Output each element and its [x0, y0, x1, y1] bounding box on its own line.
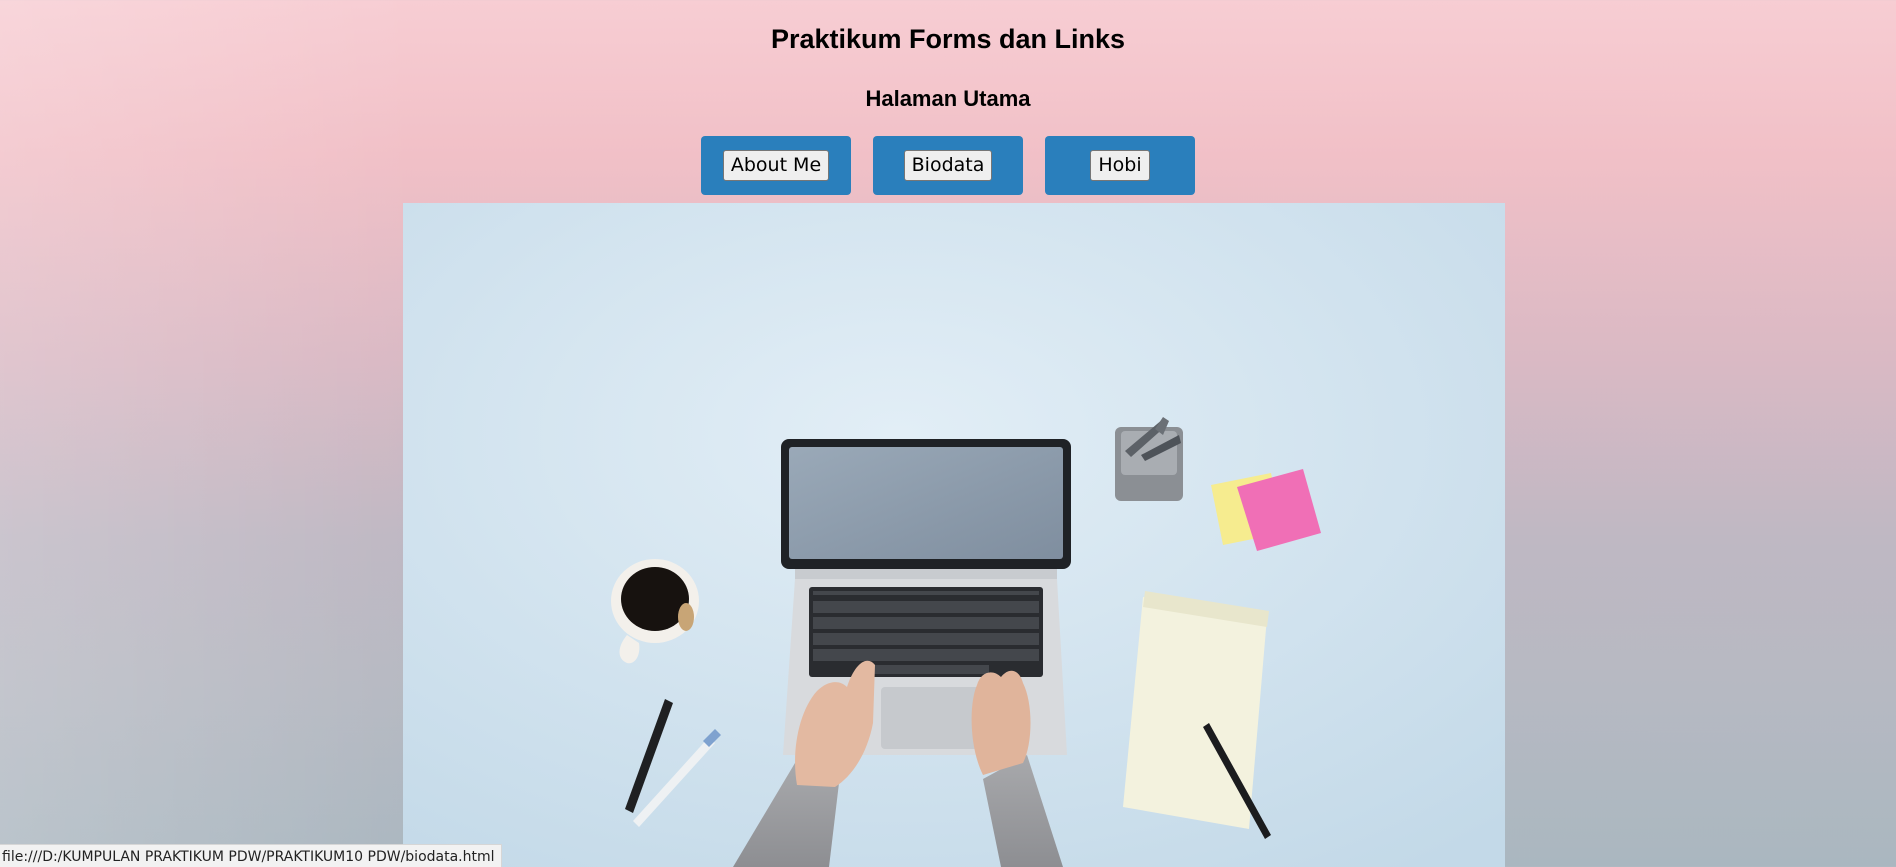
status-bar-url: file:///D:/KUMPULAN PRAKTIKUM PDW/PRAKTI…	[0, 844, 502, 867]
pen-holder	[1115, 417, 1183, 501]
page-subtitle: Halaman Utama	[865, 86, 1031, 111]
nav-box-biodata: Biodata	[873, 136, 1023, 195]
background-wash	[0, 0, 420, 867]
notepad	[1123, 591, 1271, 839]
workspace-illustration	[403, 203, 1505, 867]
hobi-button[interactable]: Hobi	[1090, 150, 1150, 181]
hero-image	[403, 203, 1505, 867]
biodata-button[interactable]: Biodata	[903, 150, 993, 181]
page-title: Praktikum Forms dan Links	[770, 24, 1126, 54]
nav-bar: About Me Biodata Hobi	[0, 136, 1896, 195]
nav-box-about: About Me	[701, 136, 851, 195]
nav-box-hobi: Hobi	[1045, 136, 1195, 195]
about-me-button[interactable]: About Me	[722, 150, 830, 181]
